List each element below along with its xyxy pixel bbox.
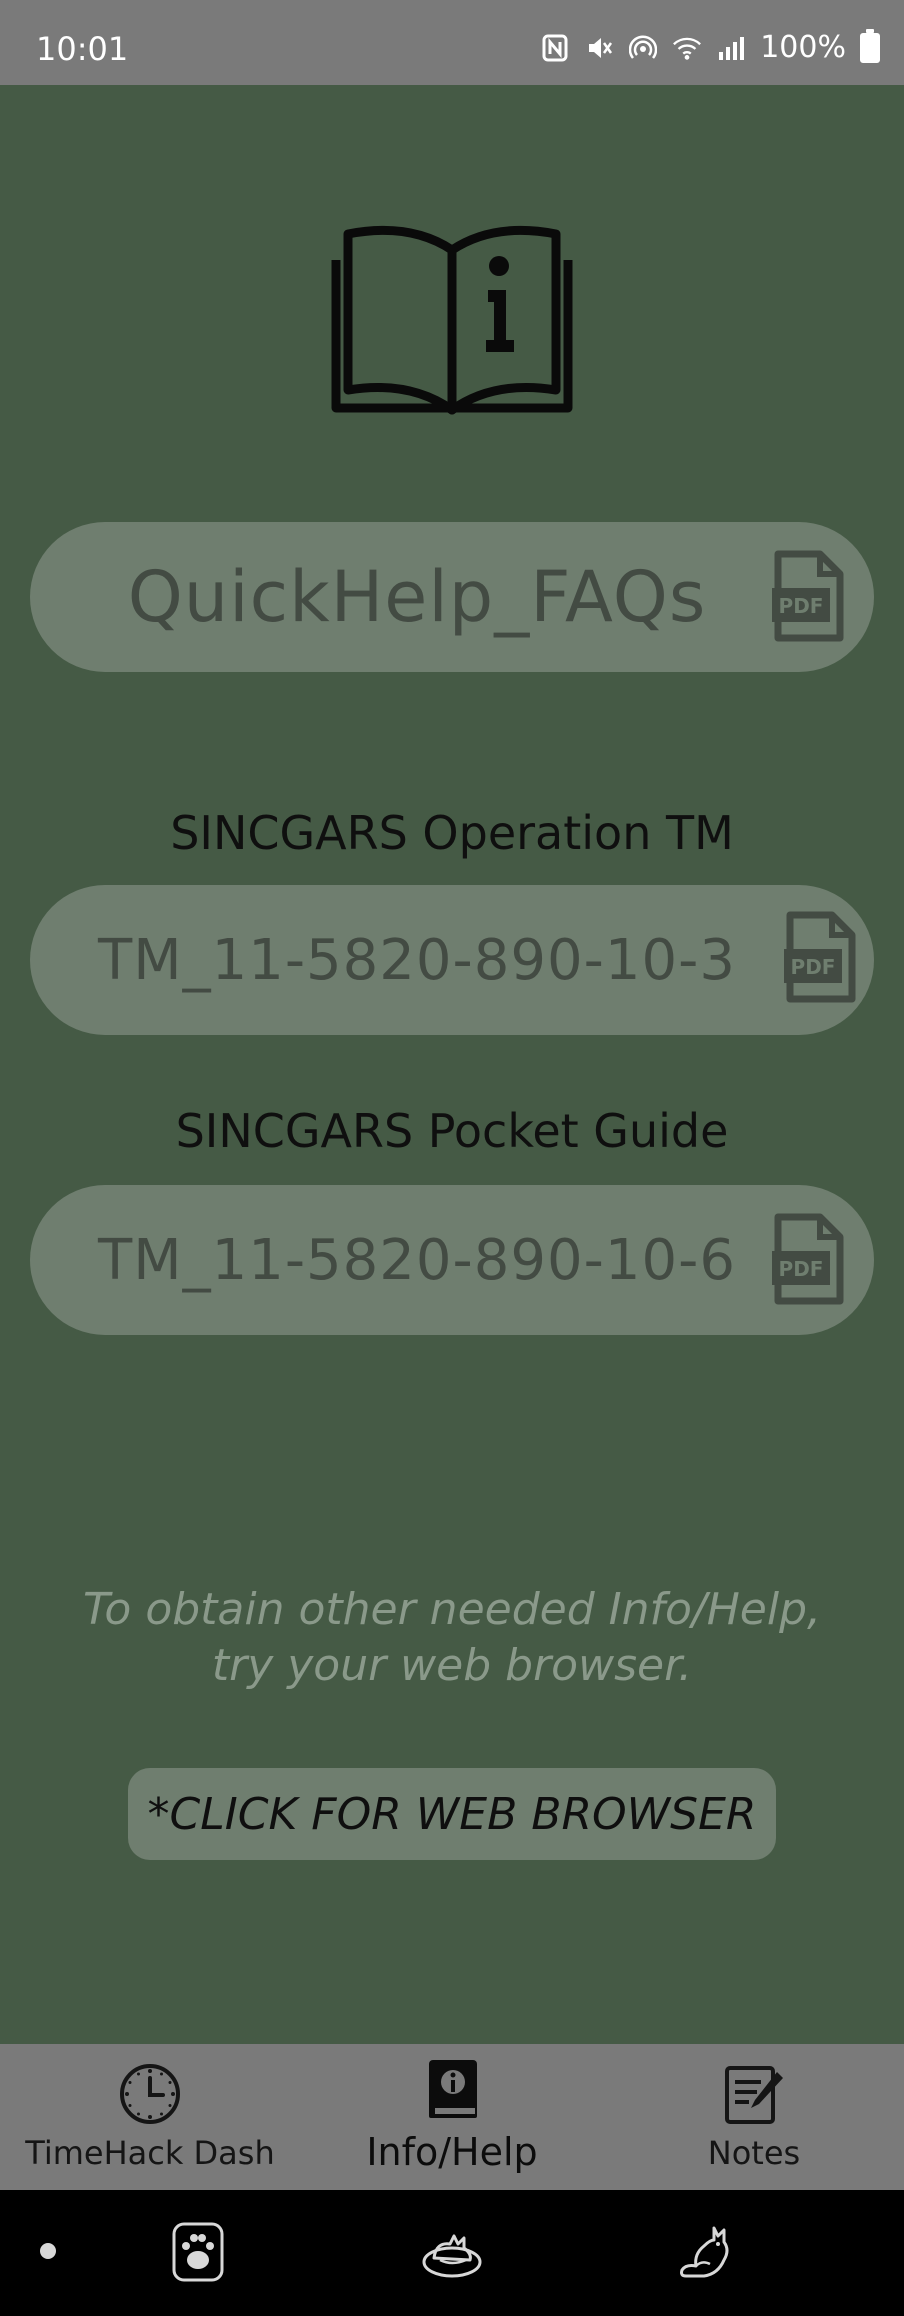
status-bar: 10:01 100% [0,0,904,85]
bottom-nav: TimeHack Dash Info/Help Notes [0,2044,904,2190]
nav-label-timehack-dash: TimeHack Dash [25,2134,275,2172]
info-book-icon [429,2060,477,2118]
cat-icon[interactable] [674,2220,738,2284]
operation-tm-heading: SINCGARS Operation TM [170,806,734,860]
status-time: 10:01 [36,30,129,68]
svg-text:PDF: PDF [779,1257,824,1281]
paw-icon[interactable] [166,2220,230,2284]
system-dot [40,2243,56,2259]
operation-tm-button[interactable]: TM_11-5820-890-10-3 PDF [30,885,874,1035]
clock-icon [120,2064,180,2124]
signal-icon [716,33,746,63]
book-info-icon [331,225,573,415]
operation-tm-label: TM_11-5820-890-10-3 [98,927,736,993]
svg-text:PDF: PDF [791,955,836,979]
pocket-guide-button[interactable]: TM_11-5820-890-10-6 PDF [30,1185,874,1335]
cat-bed-icon[interactable] [420,2220,484,2284]
info-help-note: To obtain other needed Info/Help, try yo… [82,1584,822,1691]
nav-timehack-dash[interactable]: TimeHack Dash [0,2044,300,2190]
battery-percent: 100% [760,30,846,65]
quickhelp-faqs-button[interactable]: QuickHelp_FAQs PDF [30,522,874,672]
nav-info-help[interactable]: Info/Help [302,2044,602,2190]
hotspot-icon [628,33,658,63]
nfc-icon [540,33,570,63]
pocket-guide-label: TM_11-5820-890-10-6 [98,1227,736,1293]
wifi-icon [672,33,702,63]
status-icons: 100% [540,28,880,65]
web-browser-button[interactable]: *CLICK FOR WEB BROWSER [128,1768,776,1860]
svg-text:PDF: PDF [779,594,824,618]
web-browser-label: *CLICK FOR WEB BROWSER [147,1788,757,1840]
system-nav-bar [0,2190,904,2316]
mute-icon [584,33,614,63]
nav-notes[interactable]: Notes [604,2044,904,2190]
pdf-icon: PDF [772,550,844,642]
pdf-icon: PDF [772,1213,844,1305]
quickhelp-faqs-label: QuickHelp_FAQs [127,556,707,638]
notes-icon [725,2066,783,2124]
nav-label-info-help: Info/Help [366,2130,538,2174]
battery-icon [860,28,880,63]
nav-label-notes: Notes [707,2134,801,2172]
pdf-icon: PDF [784,911,856,1003]
pocket-guide-heading: SINCGARS Pocket Guide [175,1104,729,1158]
